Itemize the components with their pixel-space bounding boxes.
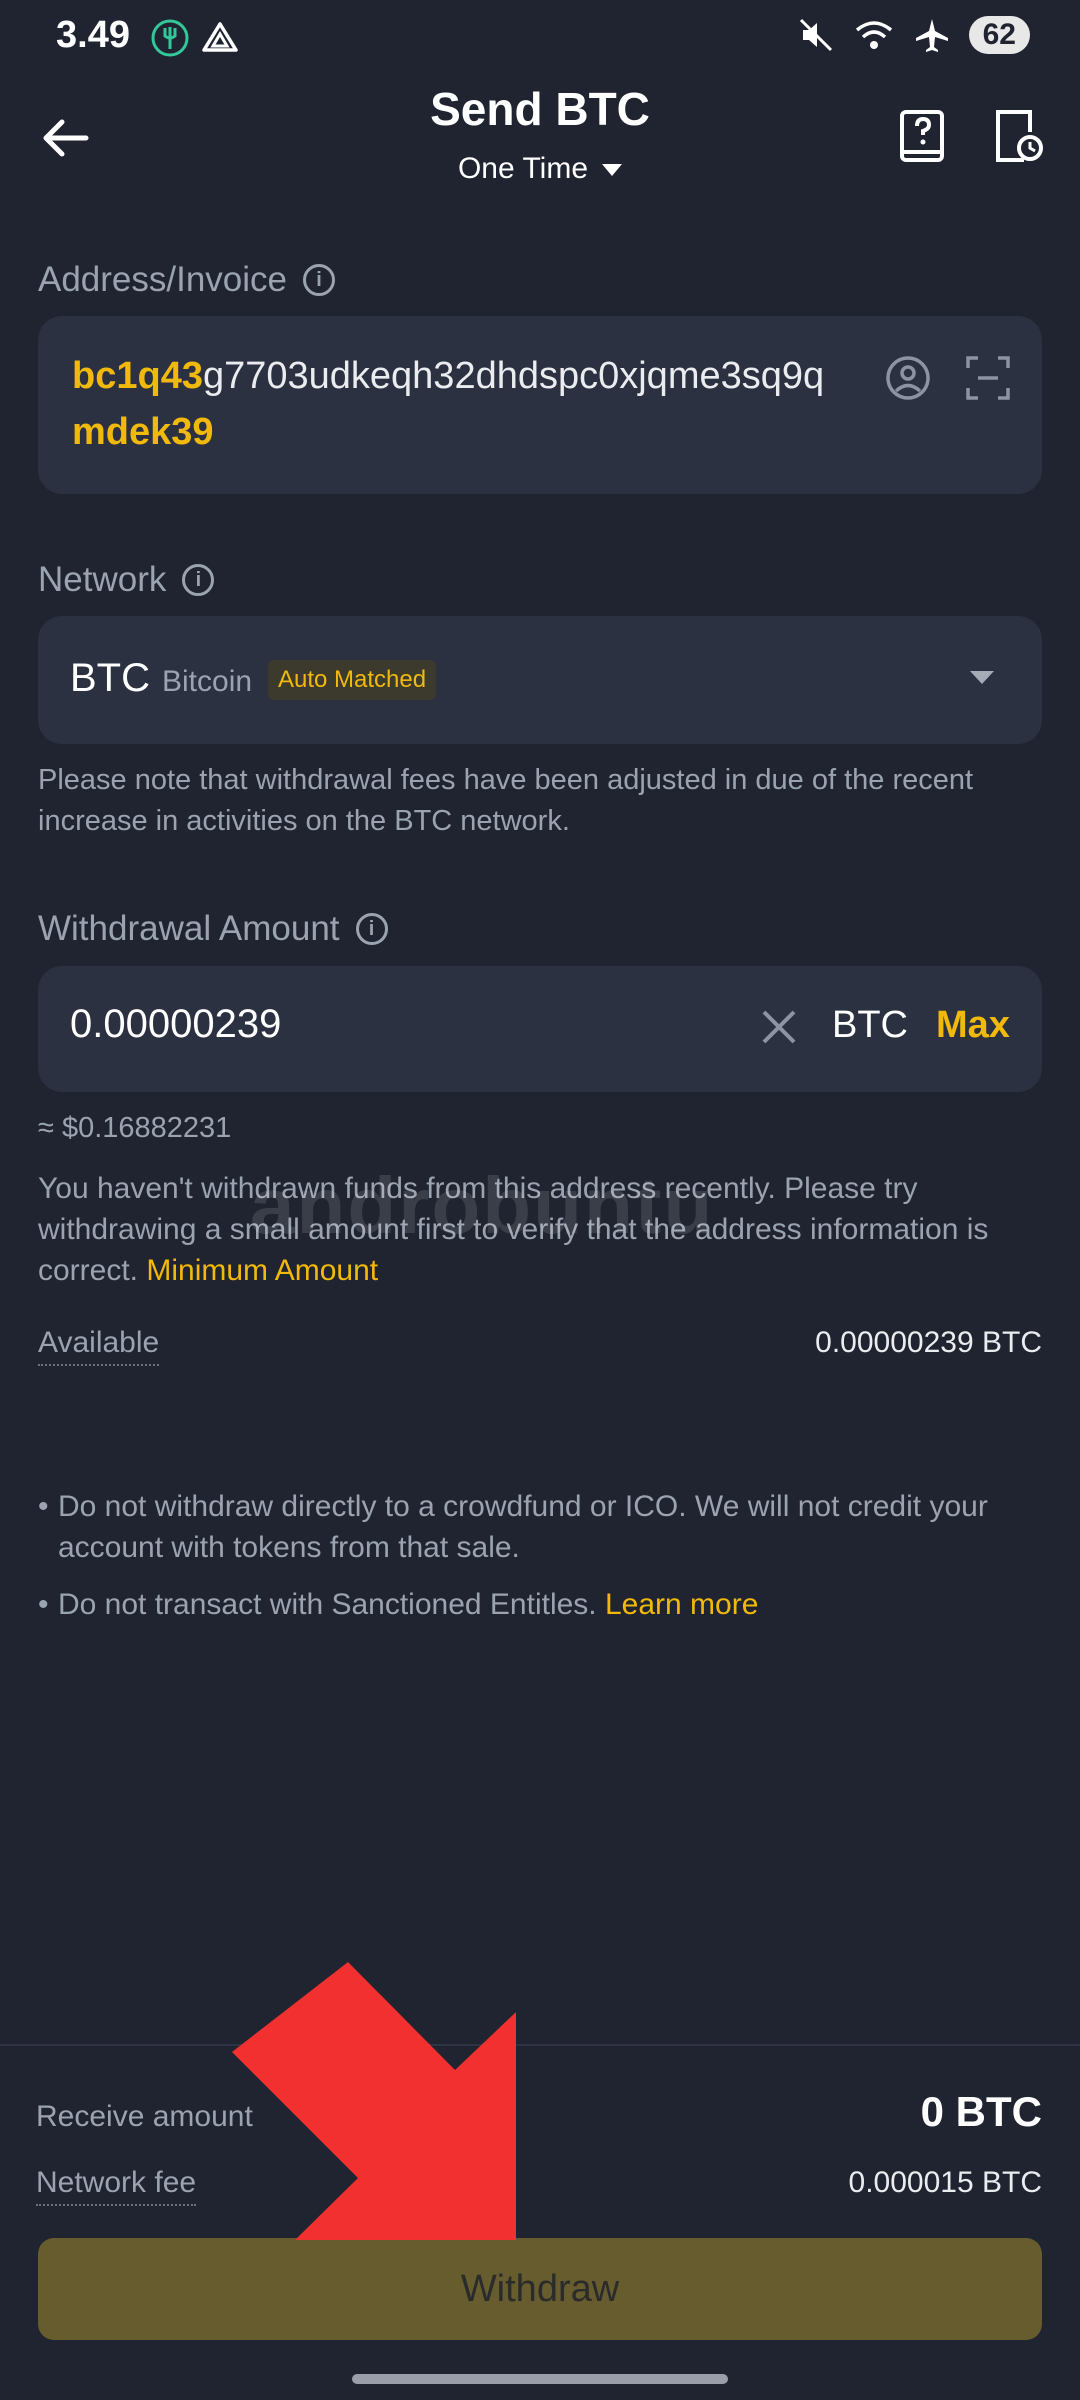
withdraw-button[interactable]: Withdraw <box>38 2238 1042 2340</box>
receive-amount-value: 0 BTC <box>920 2088 1042 2135</box>
amount-input-value[interactable]: 0.00000239 <box>70 1002 281 1047</box>
address-prefix: bc1q43 <box>72 355 203 397</box>
fiat-approx: ≈ $0.16882231 <box>38 1112 232 1144</box>
chevron-down-icon <box>602 164 623 177</box>
receive-amount-label: Receive amount <box>36 2100 253 2133</box>
available-value: 0.00000239 BTC <box>815 1326 1042 1359</box>
drive-notification-icon <box>202 22 238 52</box>
chevron-down-icon[interactable] <box>970 671 994 684</box>
home-indicator[interactable] <box>352 2374 728 2384</box>
notice-text: Do not transact with Sanctioned Entitles… <box>58 1588 597 1621</box>
wifi-icon <box>855 21 892 49</box>
scan-qr-icon[interactable] <box>964 354 1012 402</box>
help-book-icon[interactable] <box>896 106 952 166</box>
clear-icon[interactable] <box>760 1008 798 1046</box>
available-label[interactable]: Available <box>38 1326 160 1366</box>
network-fee-value: 0.000015 BTC <box>848 2166 1042 2199</box>
address-middle: g7703udkeqh32dhdspc0xjqme3sq9q <box>202 355 825 397</box>
address-book-icon[interactable] <box>884 354 932 402</box>
address-label-row: Address/Invoice i <box>38 260 336 300</box>
notice-item: Do not transact with Sanctioned Entitles… <box>38 1584 1042 1625</box>
status-right-icons: 62 <box>797 16 1030 54</box>
fork-knife-notification-icon <box>151 19 189 57</box>
divider <box>0 2044 1080 2046</box>
status-time: 3.49 <box>56 14 130 56</box>
address-suffix: mdek39 <box>72 411 214 453</box>
network-name: Bitcoin <box>162 665 253 698</box>
airplane-mode-icon <box>915 19 948 52</box>
withdrawal-amount-label: Withdrawal Amount <box>38 909 340 948</box>
learn-more-link[interactable]: Learn more <box>605 1588 758 1621</box>
info-icon[interactable]: i <box>182 564 215 596</box>
info-icon[interactable]: i <box>303 264 336 296</box>
network-fee-label[interactable]: Network fee <box>36 2166 197 2206</box>
battery-indicator: 62 <box>968 16 1030 54</box>
auto-matched-badge: Auto Matched <box>268 660 437 700</box>
max-button[interactable]: Max <box>936 1004 1010 1047</box>
mute-icon <box>799 18 832 52</box>
watermark: androbuntu <box>250 1161 715 1250</box>
minimum-amount-link[interactable]: Minimum Amount <box>146 1254 378 1287</box>
withdraw-mode-label: One Time <box>457 152 589 185</box>
amount-unit: BTC <box>832 1004 908 1046</box>
info-icon[interactable]: i <box>355 913 388 945</box>
notice-item: Do not withdraw directly to a crowdfund … <box>38 1486 1042 1568</box>
history-icon[interactable] <box>990 106 1046 166</box>
address-value[interactable]: bc1q43g7703udkeqh32dhdspc0xjqme3sq9q mdek… <box>72 348 852 460</box>
status-left-icons <box>150 18 240 58</box>
network-fee-note: Please note that withdrawal fees have be… <box>38 764 974 837</box>
network-label: Network <box>38 560 167 599</box>
network-label-row: Network i <box>38 560 215 600</box>
withdrawal-amount-label-row: Withdrawal Amount i <box>38 909 388 949</box>
address-label: Address/Invoice <box>38 260 288 299</box>
network-symbol: BTC <box>70 656 150 700</box>
